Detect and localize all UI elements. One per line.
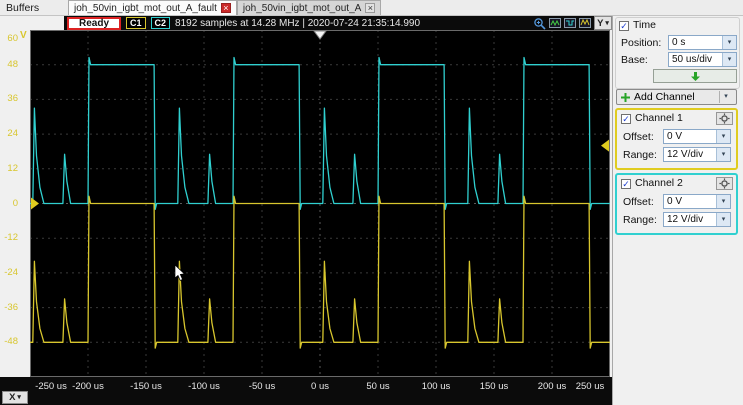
close-tab-icon[interactable]: × bbox=[220, 3, 231, 13]
buffers-menu[interactable]: Buffers bbox=[0, 2, 68, 14]
chevron-down-icon: ▾ bbox=[719, 91, 732, 103]
add-channel-button[interactable]: Add Channel ▾ bbox=[616, 89, 737, 105]
offset-label: Offset: bbox=[623, 131, 654, 143]
zoom-icon[interactable] bbox=[533, 17, 546, 30]
channel1-settings-button[interactable] bbox=[716, 112, 733, 125]
y-axis-unit: V bbox=[20, 30, 27, 41]
range-value: 12 V/div bbox=[667, 149, 704, 160]
channel1-offset-marker[interactable] bbox=[31, 197, 39, 210]
channel2-label: Channel 2 bbox=[635, 177, 683, 189]
close-tab-icon[interactable]: × bbox=[365, 3, 376, 13]
position-label: Position: bbox=[621, 37, 662, 49]
tab-fault-capture[interactable]: joh_50vin_igbt_mot_out_A_fault × bbox=[68, 0, 237, 15]
x-tick-label: 100 us bbox=[421, 381, 451, 392]
channel2-checkbox[interactable]: ✓ Channel 2 bbox=[621, 177, 683, 189]
checkbox-checked-icon: ✓ bbox=[621, 179, 631, 189]
x-tick-label: 0 us bbox=[311, 381, 329, 392]
x-tick-label: 200 us bbox=[537, 381, 567, 392]
tab-bar: Buffers joh_50vin_igbt_mot_out_A_fault ×… bbox=[0, 0, 743, 16]
checkbox-checked-icon: ✓ bbox=[619, 21, 629, 31]
chevron-down-icon: ▾ bbox=[605, 19, 609, 27]
chevron-down-icon: ▾ bbox=[17, 394, 21, 401]
tab-label: joh_50vin_igbt_mot_out_A_fault bbox=[74, 2, 217, 14]
gear-icon bbox=[719, 113, 730, 124]
offset-label: Offset: bbox=[623, 196, 654, 208]
channel2-group: ✓ Channel 2 Offset: 0 V ▾ Range: 12 V/div bbox=[615, 173, 738, 235]
base-label: Base: bbox=[621, 54, 648, 66]
channel1-badge[interactable]: C1 bbox=[126, 17, 146, 29]
channel2-range-select[interactable]: 12 V/div ▾ bbox=[663, 212, 731, 227]
chevron-down-icon: ▾ bbox=[716, 148, 730, 161]
chevron-down-icon: ▾ bbox=[722, 53, 736, 66]
acquisition-info: 8192 samples at 14.28 MHz | 2020-07-24 2… bbox=[175, 17, 421, 29]
x-tick-label: 50 us bbox=[366, 381, 390, 392]
y-button-label: Y bbox=[597, 17, 604, 29]
time-expand-button[interactable] bbox=[653, 69, 737, 83]
y-tick-label: 24 bbox=[7, 128, 18, 140]
y-tick-label: 48 bbox=[7, 58, 18, 70]
y-tick-label: 0 bbox=[12, 197, 18, 209]
y-tick-label: -36 bbox=[4, 301, 18, 313]
y-tick-label: 12 bbox=[7, 162, 18, 174]
tab-normal-capture[interactable]: joh_50vin_igbt_mot_out_A × bbox=[236, 0, 382, 15]
channel1-group: ✓ Channel 1 Offset: 0 V ▾ Range: 12 V/div bbox=[615, 108, 738, 170]
y-tick-label: -48 bbox=[4, 336, 18, 348]
base-value: 50 us/div bbox=[672, 54, 713, 65]
x-tick-label: -250 us bbox=[35, 381, 67, 392]
x-axis-menu-button[interactable]: X ▾ bbox=[2, 391, 28, 404]
control-panel: ✓ Time Position: 0 s ▾ Base: 50 us/div ▾ … bbox=[612, 16, 743, 405]
time-checkbox[interactable]: ✓ Time bbox=[619, 19, 656, 31]
waveform-plot[interactable] bbox=[30, 30, 610, 377]
channel2-badge[interactable]: C2 bbox=[150, 17, 171, 29]
green-plus-icon bbox=[621, 92, 630, 102]
y-tick-label: -12 bbox=[4, 232, 18, 244]
x-axis: -250 us -200 us -150 us -100 us -50 us 0 us 50… bbox=[0, 377, 612, 405]
checkbox-checked-icon: ✓ bbox=[621, 114, 631, 124]
tab-label: joh_50vin_igbt_mot_out_A bbox=[242, 2, 362, 14]
x-button-label: X bbox=[9, 392, 16, 403]
x-tick-label: 250 us bbox=[575, 381, 605, 392]
plot-toolbar bbox=[533, 17, 591, 30]
y-tick-label: 60 bbox=[7, 33, 18, 44]
chevron-down-icon: ▾ bbox=[716, 195, 730, 208]
range-label: Range: bbox=[623, 214, 657, 226]
y-tick-label: 36 bbox=[7, 93, 18, 105]
x-tick-label: -200 us bbox=[72, 381, 104, 392]
chevron-down-icon: ▾ bbox=[722, 36, 736, 49]
add-channel-label: Add Channel bbox=[634, 91, 695, 103]
base-select[interactable]: 50 us/div ▾ bbox=[668, 52, 737, 67]
range-label: Range: bbox=[623, 149, 657, 161]
position-value: 0 s bbox=[672, 37, 686, 48]
channel1-label: Channel 1 bbox=[635, 112, 683, 124]
position-select[interactable]: 0 s ▾ bbox=[668, 35, 737, 50]
chevron-down-icon: ▾ bbox=[716, 130, 730, 143]
status-strip: Ready C1 C2 8192 samples at 14.28 MHz | … bbox=[64, 16, 594, 30]
channel1-range-select[interactable]: 12 V/div ▾ bbox=[663, 147, 731, 162]
snapshot-icon[interactable] bbox=[579, 17, 591, 29]
green-down-arrow-icon bbox=[690, 71, 700, 81]
x-tick-label: -50 us bbox=[248, 381, 276, 392]
y-axis-menu-button[interactable]: Y ▾ bbox=[594, 16, 612, 30]
chevron-down-icon: ▾ bbox=[716, 213, 730, 226]
offset-value: 0 V bbox=[667, 131, 683, 142]
x-tick-label: 150 us bbox=[479, 381, 509, 392]
offset-value: 0 V bbox=[667, 196, 683, 207]
status-ready: Ready bbox=[67, 16, 122, 30]
channel1-checkbox[interactable]: ✓ Channel 1 bbox=[621, 112, 683, 124]
channel2-offset-select[interactable]: 0 V ▾ bbox=[663, 194, 731, 209]
channel1-offset-select[interactable]: 0 V ▾ bbox=[663, 129, 731, 144]
range-value: 12 V/div bbox=[667, 214, 704, 225]
x-tick-label: -100 us bbox=[188, 381, 220, 392]
time-label: Time bbox=[633, 19, 656, 31]
y-axis: 60 48 36 24 12 0 -12 -24 -36 -48 bbox=[0, 0, 26, 405]
cursors-icon[interactable] bbox=[549, 17, 561, 29]
y-tick-label: -24 bbox=[4, 266, 18, 278]
gear-icon bbox=[719, 178, 730, 189]
trigger-position-marker[interactable] bbox=[313, 30, 327, 40]
plot-style-icon[interactable] bbox=[564, 17, 576, 29]
trigger-level-marker[interactable] bbox=[601, 139, 609, 152]
channel2-settings-button[interactable] bbox=[716, 177, 733, 190]
x-tick-label: -150 us bbox=[130, 381, 162, 392]
